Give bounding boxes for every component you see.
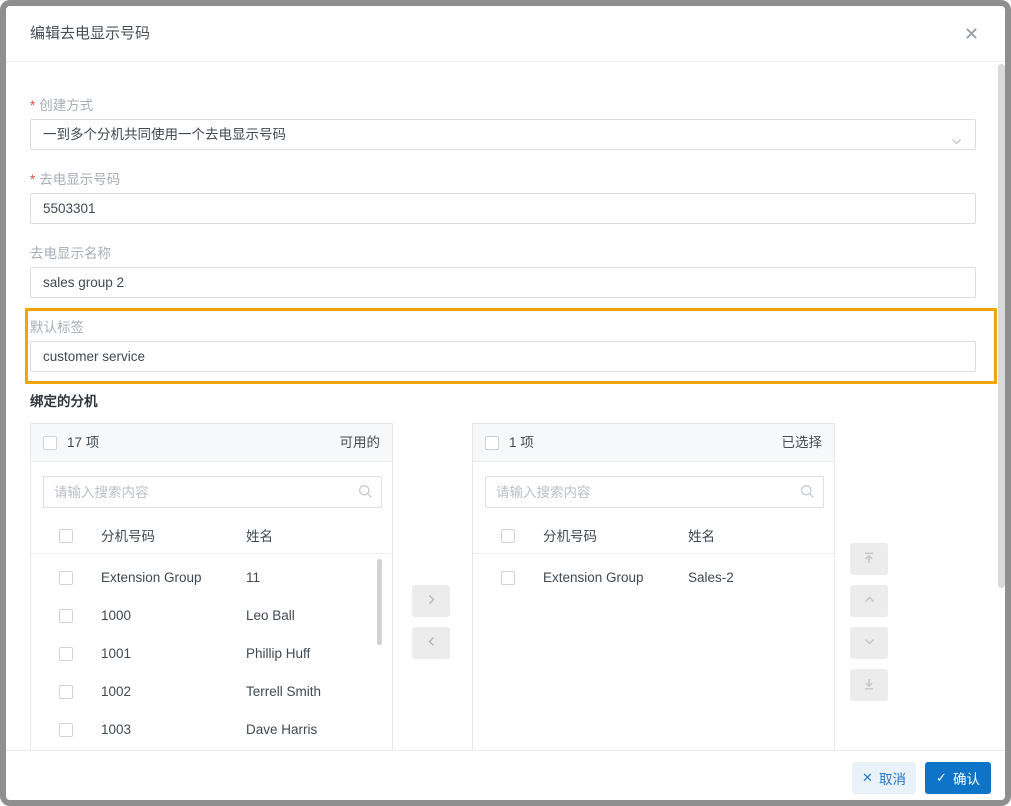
move-top-button[interactable] — [850, 543, 888, 575]
cell-number: 1000 — [101, 608, 132, 623]
arrow-to-top-icon — [862, 551, 876, 568]
column-header-name: 姓名 — [246, 529, 273, 544]
cell-number: 1003 — [101, 722, 132, 737]
chevron-down-icon — [950, 129, 963, 158]
dialog-header: 编辑去电显示号码 ✕ — [6, 6, 1005, 62]
close-icon[interactable]: ✕ — [964, 21, 979, 47]
table-header-row: 分机号码 姓名 — [473, 521, 834, 554]
cell-number: 1002 — [101, 684, 132, 699]
search-input[interactable] — [485, 476, 824, 508]
display-number-input[interactable] — [30, 193, 976, 224]
available-search — [43, 476, 382, 508]
table-row[interactable]: 1003 Dave Harris — [31, 711, 392, 749]
search-input[interactable] — [43, 476, 382, 508]
transfer-right-button[interactable] — [412, 585, 450, 617]
move-bottom-button[interactable] — [850, 669, 888, 701]
header-checkbox[interactable] — [59, 529, 73, 543]
creation-method-value: 一到多个分机共同使用一个去电显示号码 — [43, 127, 286, 142]
required-asterisk: * — [30, 172, 36, 187]
table-row[interactable]: 1001 Phillip Huff — [31, 635, 392, 673]
move-up-button[interactable] — [850, 585, 888, 617]
row-checkbox[interactable] — [59, 571, 73, 585]
default-label-input[interactable] — [30, 341, 976, 372]
selected-count: 1 项 — [509, 435, 534, 450]
transfer-left-button[interactable] — [412, 627, 450, 659]
table-row[interactable]: Extension Group 11 — [31, 559, 392, 597]
chevron-right-icon — [425, 593, 438, 609]
column-header-name: 姓名 — [688, 529, 715, 544]
cell-number: Extension Group — [101, 570, 202, 585]
available-panel-title: 可用的 — [339, 435, 381, 450]
display-name-label: 去电显示名称 — [30, 246, 111, 261]
bound-extensions-title: 绑定的分机 — [30, 394, 98, 409]
chevron-down-icon — [863, 635, 876, 651]
dialog-title: 编辑去电显示号码 — [30, 25, 151, 42]
search-icon — [800, 484, 815, 504]
cell-name: 11 — [246, 570, 261, 585]
cell-number: 1001 — [101, 646, 132, 661]
required-asterisk: * — [30, 98, 36, 113]
confirm-button[interactable]: ✓ 确认 — [925, 762, 991, 794]
cancel-label: 取消 — [878, 772, 906, 787]
selected-panel-header: 1 项 已选择 — [473, 424, 834, 462]
move-down-button[interactable] — [850, 627, 888, 659]
cancel-button[interactable]: ✕ 取消 — [852, 762, 916, 794]
table-header-row: 分机号码 姓名 — [31, 521, 392, 554]
cell-name: Terrell Smith — [246, 684, 322, 699]
column-header-number: 分机号码 — [101, 529, 155, 544]
selected-search — [485, 476, 824, 508]
dialog-footer: ✕ 取消 ✓ 确认 — [6, 750, 1005, 800]
chevron-up-icon — [863, 593, 876, 609]
table-row[interactable]: 1002 Terrell Smith — [31, 673, 392, 711]
row-checkbox[interactable] — [59, 685, 73, 699]
table-row[interactable]: 1000 Leo Ball — [31, 597, 392, 635]
confirm-label: 确认 — [952, 772, 980, 787]
cell-name: Leo Ball — [246, 608, 295, 623]
cell-name: Dave Harris — [246, 722, 318, 737]
table-scrollbar[interactable] — [377, 559, 382, 645]
available-count: 17 项 — [67, 435, 100, 450]
default-label-label: 默认标签 — [30, 320, 84, 335]
available-panel: 17 项 可用的 分机号码 姓名 Extension Group 11 1000… — [30, 423, 393, 750]
row-checkbox[interactable] — [59, 723, 73, 737]
selected-panel: 1 项 已选择 分机号码 姓名 Extension Group Sales-2 — [472, 423, 835, 750]
chevron-left-icon — [425, 635, 438, 651]
cell-name: Sales-2 — [688, 570, 734, 585]
x-icon: ✕ — [862, 770, 873, 785]
search-icon — [358, 484, 373, 504]
row-checkbox[interactable] — [501, 571, 515, 585]
cell-name: Phillip Huff — [246, 646, 311, 661]
header-checkbox[interactable] — [501, 529, 515, 543]
select-all-checkbox[interactable] — [485, 436, 499, 450]
arrow-to-bottom-icon — [862, 677, 876, 694]
display-name-input[interactable] — [30, 267, 976, 298]
edit-outbound-caller-id-dialog: 编辑去电显示号码 ✕ * 创建方式 一到多个分机共同使用一个去电显示号码 * 去电显… — [0, 0, 1011, 806]
check-icon: ✓ — [936, 770, 947, 785]
table-row[interactable]: Extension Group Sales-2 — [473, 559, 834, 597]
row-checkbox[interactable] — [59, 609, 73, 623]
available-panel-header: 17 项 可用的 — [31, 424, 392, 462]
column-header-number: 分机号码 — [543, 529, 597, 544]
row-checkbox[interactable] — [59, 647, 73, 661]
selected-panel-title: 已选择 — [781, 435, 823, 450]
cell-number: Extension Group — [543, 570, 644, 585]
creation-method-label: * 创建方式 — [30, 98, 94, 113]
display-number-label: * 去电显示号码 — [30, 172, 121, 187]
select-all-checkbox[interactable] — [43, 436, 57, 450]
dialog-scrollbar[interactable] — [998, 64, 1005, 588]
creation-method-select[interactable]: 一到多个分机共同使用一个去电显示号码 — [30, 119, 976, 150]
